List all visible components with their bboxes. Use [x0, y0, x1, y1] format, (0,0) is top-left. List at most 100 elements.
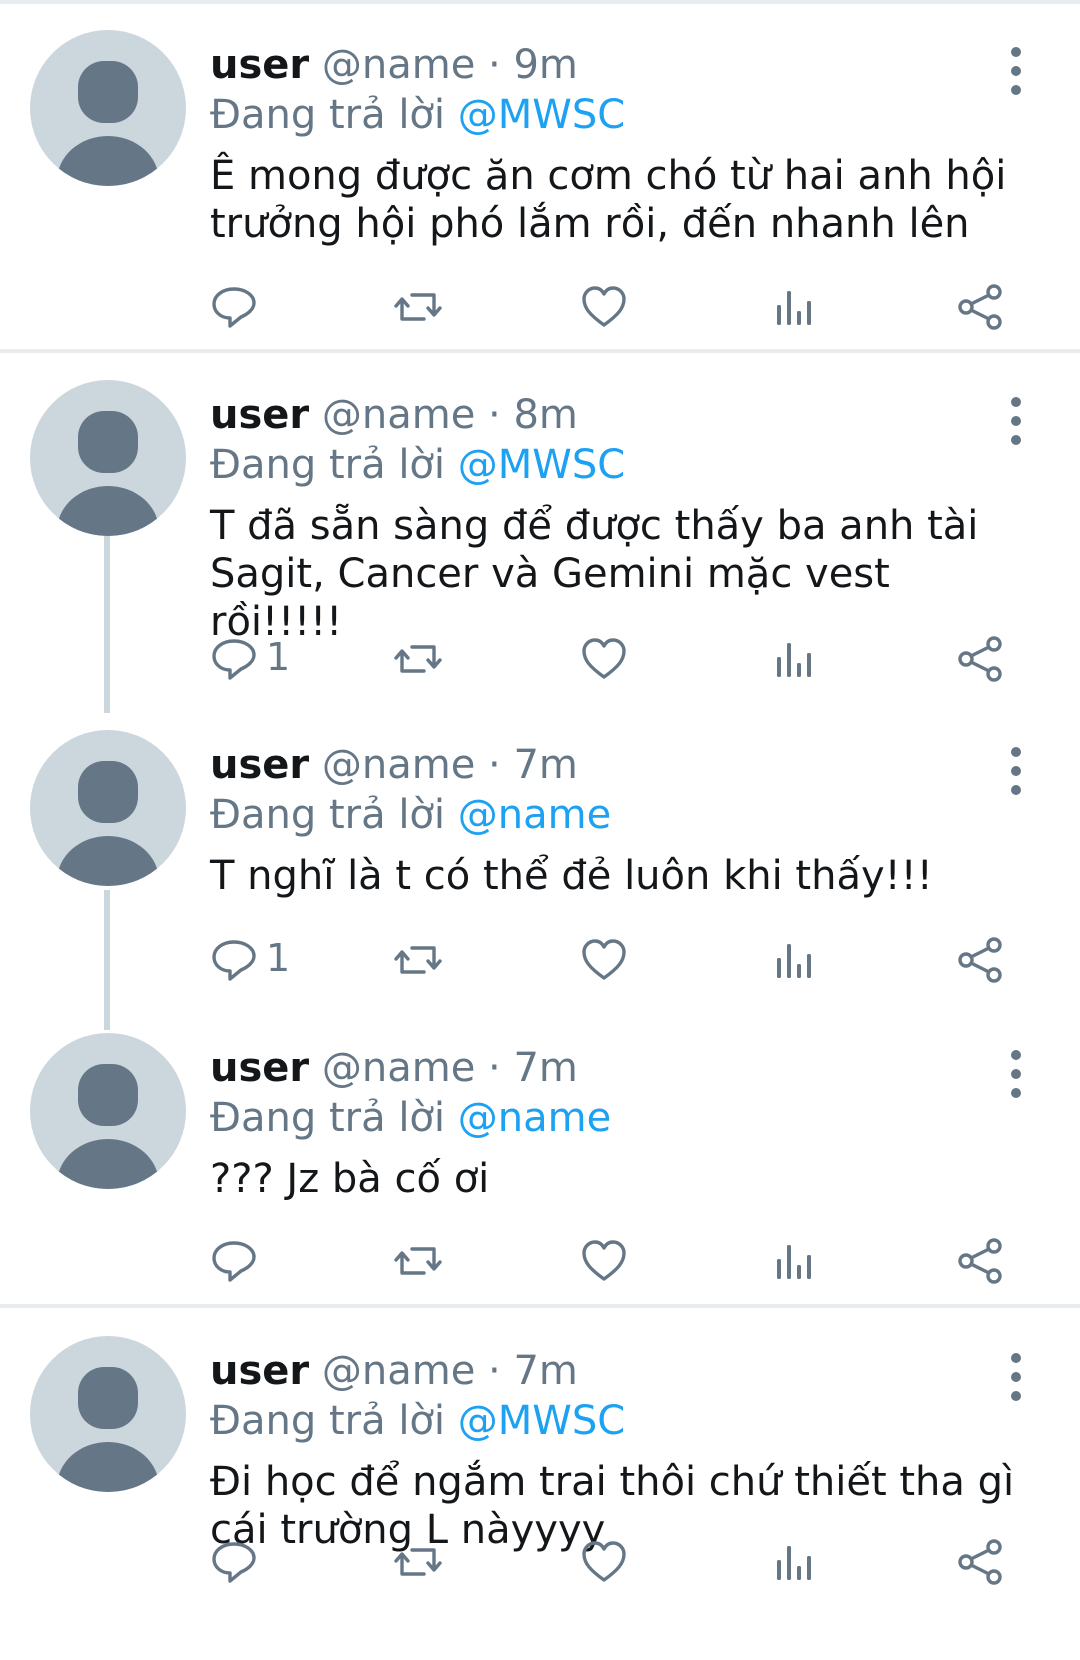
reply-mention-link[interactable]: @name: [458, 792, 611, 838]
analytics-button[interactable]: [770, 1229, 818, 1289]
tweet[interactable]: user @name · 8m Đang trả lời @MWSC T đã sẵ…: [0, 380, 1080, 687]
tweet[interactable]: user @name · 9m Đang trả lời @MWSC Ê mong …: [0, 30, 1080, 335]
tweet-header: user @name · 7m: [210, 740, 578, 790]
reply-button[interactable]: [210, 1530, 320, 1590]
timestamp[interactable]: 7m: [513, 1045, 577, 1091]
timestamp[interactable]: 9m: [513, 42, 577, 88]
more-options-button[interactable]: [1004, 394, 1028, 448]
like-button[interactable]: [580, 928, 628, 988]
retweet-button[interactable]: [394, 928, 442, 988]
reply-button[interactable]: 1: [210, 627, 320, 687]
reply-mention-link[interactable]: @name: [458, 1095, 611, 1141]
avatar[interactable]: [30, 1033, 186, 1189]
display-name[interactable]: user: [210, 1348, 309, 1394]
reply-icon: [212, 639, 256, 680]
tweet[interactable]: user @name · 7m Đang trả lời @name T nghĩ …: [0, 730, 1080, 988]
timestamp[interactable]: 7m: [513, 742, 577, 788]
share-button[interactable]: [956, 1229, 1004, 1289]
avatar-body-shape: [57, 136, 159, 186]
replying-to-label: Đang trả lời: [210, 92, 446, 138]
like-button[interactable]: [580, 275, 628, 335]
separator-dot: ·: [488, 1045, 501, 1091]
tweet-actions: [210, 1530, 1030, 1590]
tweet-text: ??? Jz bà cố ơi: [210, 1156, 490, 1202]
separator-dot: ·: [488, 742, 501, 788]
analytics-button[interactable]: [770, 928, 818, 988]
more-options-button[interactable]: [1004, 744, 1028, 798]
separator-dot: ·: [488, 42, 501, 88]
tweet-divider: [0, 1304, 1080, 1308]
analytics-icon: [777, 643, 811, 677]
timestamp[interactable]: 8m: [513, 392, 577, 438]
retweet-icon: [394, 946, 442, 974]
reply-mention-link[interactable]: @MWSC: [458, 92, 625, 138]
user-handle[interactable]: @name: [322, 1045, 475, 1091]
retweet-button[interactable]: [394, 1530, 442, 1590]
reply-button[interactable]: 1: [210, 928, 320, 988]
timestamp[interactable]: 7m: [513, 1348, 577, 1394]
more-vertical-icon: [1011, 1050, 1021, 1098]
tweet[interactable]: user @name · 7m Đang trả lời @MWSC Đi học …: [0, 1336, 1080, 1590]
more-options-button[interactable]: [1004, 1350, 1028, 1404]
tweet-header: user @name · 8m: [210, 390, 578, 440]
reply-mention-link[interactable]: @MWSC: [458, 1398, 625, 1444]
share-button[interactable]: [956, 275, 1004, 335]
replying-to: Đang trả lời @MWSC: [210, 440, 625, 490]
tweet-text: T nghĩ là t có thể đẻ luôn khi thấy!!!: [210, 853, 933, 899]
avatar[interactable]: [30, 730, 186, 886]
retweet-button[interactable]: [394, 275, 442, 335]
user-handle[interactable]: @name: [322, 1348, 475, 1394]
analytics-button[interactable]: [770, 275, 818, 335]
like-button[interactable]: [580, 1530, 628, 1590]
separator-dot: ·: [488, 392, 501, 438]
avatar[interactable]: [30, 1336, 186, 1492]
share-icon: [958, 284, 1002, 330]
tweet-actions: 1: [210, 627, 1030, 687]
display-name[interactable]: user: [210, 1045, 309, 1091]
share-button[interactable]: [956, 928, 1004, 988]
tweet-text: T đã sẵn sàng để được thấy ba anh tài Sa…: [210, 503, 979, 645]
display-name[interactable]: user: [210, 742, 309, 788]
share-icon: [958, 1238, 1002, 1284]
replying-to: Đang trả lời @MWSC: [210, 1396, 625, 1446]
analytics-button[interactable]: [770, 627, 818, 687]
reply-button[interactable]: [210, 275, 320, 335]
retweet-icon: [394, 645, 442, 673]
retweet-button[interactable]: [394, 1229, 442, 1289]
avatar[interactable]: [30, 30, 186, 186]
share-button[interactable]: [956, 627, 1004, 687]
tweet-actions: [210, 275, 1030, 335]
user-handle[interactable]: @name: [322, 42, 475, 88]
user-handle[interactable]: @name: [322, 392, 475, 438]
like-icon: [582, 1541, 626, 1582]
reply-icon: [212, 287, 256, 328]
like-button[interactable]: [580, 627, 628, 687]
like-icon: [582, 939, 626, 980]
tweet[interactable]: user @name · 7m Đang trả lời @name??? Jz …: [0, 1033, 1080, 1289]
avatar-body-shape: [57, 836, 159, 886]
more-options-button[interactable]: [1004, 44, 1028, 98]
avatar-head-shape: [78, 1367, 138, 1429]
like-icon: [582, 1240, 626, 1281]
tweet-header: user @name · 9m: [210, 40, 578, 90]
reply-count: 1: [266, 635, 291, 679]
retweet-button[interactable]: [394, 627, 442, 687]
avatar-head-shape: [78, 761, 138, 823]
like-button[interactable]: [580, 1229, 628, 1289]
replying-to: Đang trả lời @name: [210, 790, 611, 840]
share-button[interactable]: [956, 1530, 1004, 1590]
avatar-body-shape: [57, 1139, 159, 1189]
display-name[interactable]: user: [210, 392, 309, 438]
reply-button[interactable]: [210, 1229, 320, 1289]
more-options-button[interactable]: [1004, 1047, 1028, 1101]
separator-dot: ·: [488, 1348, 501, 1394]
more-vertical-icon: [1011, 1353, 1021, 1401]
reply-mention-link[interactable]: @MWSC: [458, 442, 625, 488]
display-name[interactable]: user: [210, 42, 309, 88]
user-handle[interactable]: @name: [322, 742, 475, 788]
share-icon: [958, 636, 1002, 682]
avatar-head-shape: [78, 1064, 138, 1126]
analytics-button[interactable]: [770, 1530, 818, 1590]
avatar[interactable]: [30, 380, 186, 536]
more-vertical-icon: [1011, 47, 1021, 95]
